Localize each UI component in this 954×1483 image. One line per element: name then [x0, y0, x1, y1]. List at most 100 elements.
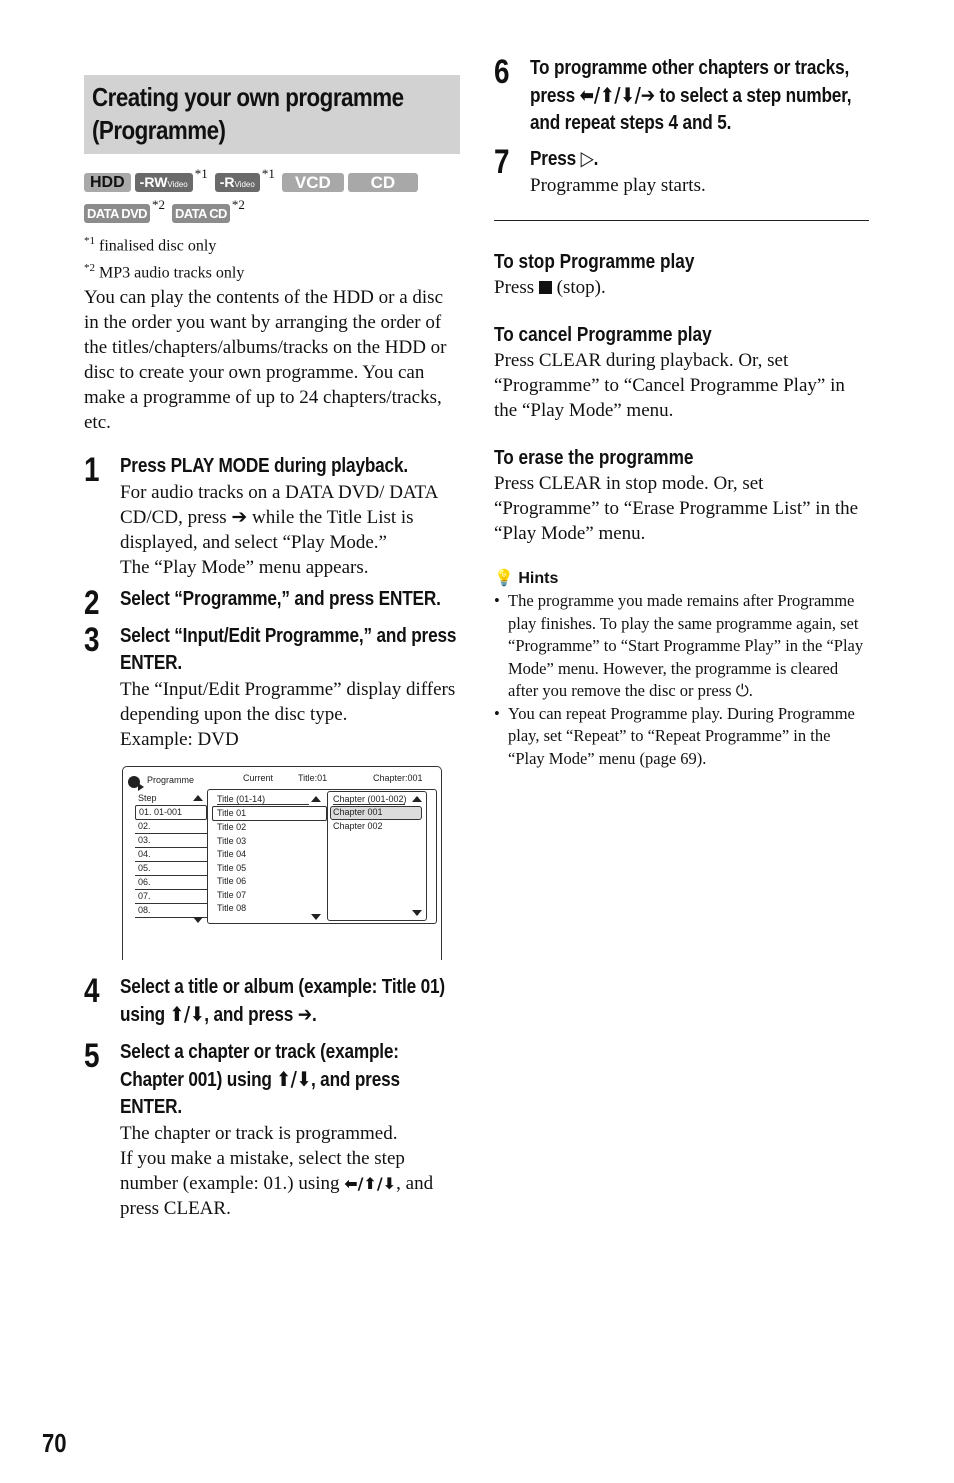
title-row[interactable]: Title 02 — [217, 822, 246, 832]
step-body-mistake: If you make a mistake, select the step n… — [120, 1147, 434, 1219]
section-title: Creating your own programme (Programme) — [92, 82, 404, 145]
step-heading: Select a title or album (example: Title … — [120, 975, 445, 1026]
section-title-box: Creating your own programme (Programme) — [84, 75, 460, 154]
up-down-arrow-icon: ⬆/⬇ — [169, 1001, 205, 1026]
step-number: 2 — [84, 583, 100, 622]
step-body: For audio tracks on a DATA DVD/ DATA CD/… — [120, 481, 438, 553]
footnote-mark-2: *2 — [151, 197, 165, 212]
right-column: 6 To programme other chapters or tracks,… — [494, 55, 869, 770]
step-heading: To programme other chapters or tracks, p… — [530, 57, 852, 134]
disc-badges: HDD -RWVideo*1 -RVideo*1 VCD CD DATA DVD… — [84, 166, 460, 228]
badge-data-dvd: DATA DVD — [84, 203, 150, 223]
step-body: The “Input/Edit Programme” display diffe… — [120, 678, 456, 725]
step-row[interactable]: 03. — [135, 834, 208, 848]
intro-paragraph: You can play the contents of the HDD or … — [84, 286, 447, 433]
cancel-section: To cancel Programme play Press CLEAR dur… — [494, 322, 869, 423]
step-7: 7 Press ▷. Programme play starts. — [494, 145, 869, 198]
scroll-down-icon[interactable] — [412, 909, 422, 916]
stop-section: To stop Programme play Press (stop). — [494, 249, 869, 300]
step-1: 1 Press PLAY MODE during playback. For a… — [84, 453, 460, 580]
footnotes: *1 finalised disc only *2 MP3 audio trac… — [84, 230, 460, 285]
step-heading: Select “Input/Edit Programme,” and press… — [120, 624, 457, 674]
step-2: 2 Select “Programme,” and press ENTER. — [84, 586, 460, 620]
up-down-arrow-icon: ⬆/⬇ — [276, 1066, 311, 1091]
play-icon: ▷ — [580, 146, 594, 170]
step-example: Example: DVD — [120, 728, 239, 750]
chapter-panel: Chapter (001-002) Chapter 001 Chapter 00… — [327, 790, 427, 921]
stop-body: Press (stop). — [494, 277, 606, 298]
step-number: 4 — [84, 971, 100, 1010]
right-arrow-icon: ➔ — [297, 1001, 313, 1026]
badge-rw-video: -RWVideo — [134, 172, 193, 192]
badge-vcd: VCD — [281, 172, 344, 192]
step-heading: Select a chapter or track (example: Chap… — [120, 1040, 400, 1118]
right-arrow-icon: ➔ — [231, 505, 248, 528]
title-row[interactable]: Title 05 — [217, 863, 246, 873]
footnote-mark-1: *1 — [194, 166, 208, 181]
step-4: 4 Select a title or album (example: Titl… — [84, 974, 460, 1029]
footnote-1: *1 finalised disc only — [84, 235, 217, 255]
lightbulb-icon: 💡 — [494, 568, 514, 587]
step-row[interactable]: 06. — [135, 876, 208, 890]
chapter-row[interactable]: Chapter 002 — [333, 821, 383, 831]
chapter-row[interactable]: Chapter 001 — [333, 807, 383, 817]
title-row[interactable]: Title 06 — [217, 876, 246, 886]
title-row[interactable]: Title 04 — [217, 849, 246, 859]
page-number: 70 — [42, 1428, 67, 1458]
current-label: Current — [243, 772, 274, 783]
hint-item: You can repeat Programme play. During Pr… — [494, 703, 869, 771]
chapter-column-header: Chapter (001-002) — [333, 793, 407, 805]
current-title: Title:01 — [298, 772, 328, 783]
left-up-down-arrow-icon: ⬅/⬆/⬇ — [344, 1173, 397, 1193]
hints-heading: 💡 Hints — [494, 568, 559, 587]
stop-icon — [538, 281, 552, 294]
programme-screen: Programme Current Title:01 Chapter:001 S… — [122, 765, 442, 960]
badge-hdd: HDD — [84, 172, 131, 192]
step-row-selected[interactable]: 01. 01-001 — [135, 804, 207, 820]
scroll-up-icon[interactable] — [193, 794, 203, 801]
step-number: 7 — [494, 143, 510, 181]
erase-heading: To erase the programme — [494, 447, 694, 469]
footnote-mark-1: *1 — [261, 166, 275, 181]
step-row[interactable]: 07. — [135, 890, 208, 904]
title-row[interactable]: Title 07 — [217, 890, 246, 900]
badge-cd: CD — [347, 172, 418, 192]
step-row[interactable]: 05. — [135, 862, 208, 876]
title-column-header: Title (01-14) — [217, 794, 309, 805]
scroll-up-icon[interactable] — [412, 795, 422, 802]
scroll-down-icon[interactable] — [193, 916, 203, 923]
scroll-up-icon[interactable] — [311, 795, 321, 802]
step-number: 6 — [494, 53, 510, 91]
step-heading: Press PLAY MODE during playback. — [120, 454, 408, 477]
step-row[interactable]: 08. — [135, 904, 208, 918]
footnote-2: *2 MP3 audio tracks only — [84, 262, 245, 282]
step-row[interactable]: 04. — [135, 848, 208, 862]
title-row[interactable]: Title 03 — [217, 836, 246, 846]
step-list[interactable]: 01. 01-001 02. 03. 04. 05. 06. 07. 08. — [135, 804, 208, 918]
step-5: 5 Select a chapter or track (example: Ch… — [84, 1039, 460, 1221]
left-column: Creating your own programme (Programme) … — [84, 75, 460, 1221]
step-result: The “Play Mode” menu appears. — [120, 556, 369, 578]
direction-arrows-icon: ⬅/⬆/⬇/➔ — [579, 83, 655, 107]
step-6: 6 To programme other chapters or tracks,… — [494, 55, 869, 137]
hint-item: The programme you made remains after Pro… — [494, 590, 869, 703]
badge-data-cd: DATA CD — [171, 203, 230, 223]
hints-list: The programme you made remains after Pro… — [494, 590, 869, 770]
title-row[interactable]: Title 01 — [217, 808, 246, 818]
step-row[interactable]: 02. — [135, 820, 208, 834]
erase-body: Press CLEAR in stop mode. Or, set “Progr… — [494, 473, 859, 544]
screen-title: Programme — [147, 774, 195, 785]
stop-heading: To stop Programme play — [494, 251, 695, 273]
step-number: 5 — [84, 1036, 100, 1075]
cancel-heading: To cancel Programme play — [494, 324, 712, 346]
title-row[interactable]: Title 08 — [217, 903, 246, 913]
step-heading: Select “Programme,” and press ENTER. — [120, 587, 441, 610]
step-number: 1 — [84, 450, 100, 489]
scroll-down-icon[interactable] — [311, 913, 321, 920]
step-3: 3 Select “Input/Edit Programme,” and pre… — [84, 623, 460, 752]
step-result: Programme play starts. — [530, 175, 706, 196]
cancel-body: Press CLEAR during playback. Or, set “Pr… — [494, 350, 845, 421]
badge-r-video: -RVideo — [214, 172, 260, 192]
current-chapter: Chapter:001 — [373, 772, 423, 783]
step-body: The chapter or track is programmed. — [120, 1122, 398, 1144]
